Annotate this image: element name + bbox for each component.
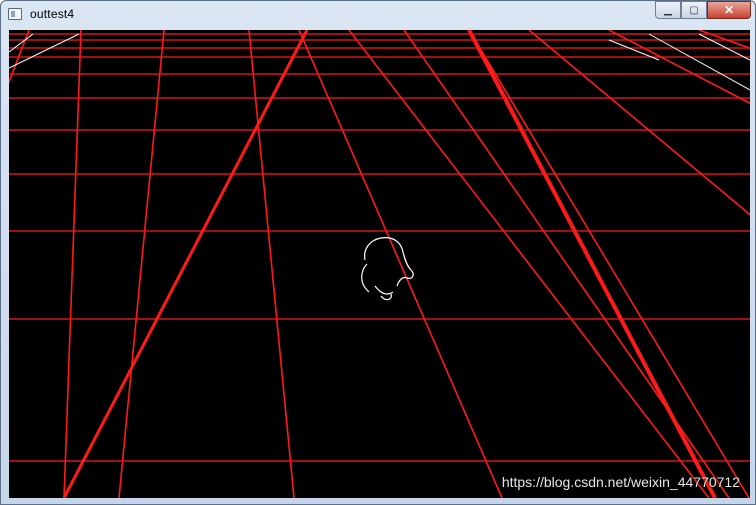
- grid-beam-line: [62, 30, 309, 498]
- grid-converging-line: [298, 30, 503, 498]
- title-bar[interactable]: outtest4 ▁ ▢ ✕: [1, 1, 755, 29]
- white-edge-lines: [9, 33, 750, 91]
- grid-converging-line: [63, 30, 82, 498]
- close-button[interactable]: ✕: [707, 1, 751, 19]
- grid-converging-line: [9, 30, 30, 85]
- minimize-button[interactable]: ▁: [655, 1, 681, 19]
- white-edge-line: [698, 33, 750, 61]
- grid-converging-line: [348, 30, 710, 498]
- object-outline: [361, 237, 414, 301]
- window-controls: ▁ ▢ ✕: [655, 1, 751, 21]
- grid-converging-line: [528, 30, 750, 216]
- perspective-grid: [9, 30, 750, 498]
- minimize-icon: ▁: [664, 4, 672, 16]
- app-window-icon[interactable]: [8, 8, 22, 20]
- maximize-icon: ▢: [689, 4, 699, 16]
- object-outline-path: [361, 237, 414, 301]
- window-title: outtest4: [30, 7, 75, 21]
- app-window: outtest4 ▁ ▢ ✕ https://blog.csdn.net/wei…: [0, 0, 756, 505]
- rendered-scene: [9, 30, 750, 498]
- maximize-button[interactable]: ▢: [681, 1, 707, 19]
- image-canvas: https://blog.csdn.net/weixin_44770712: [9, 30, 750, 498]
- close-icon: ✕: [723, 3, 735, 17]
- grid-beam-line: [467, 30, 717, 498]
- grid-converging-line: [468, 30, 750, 498]
- grid-converging-line: [118, 30, 165, 498]
- watermark-text: https://blog.csdn.net/weixin_44770712: [501, 474, 740, 490]
- white-edge-line: [9, 33, 80, 69]
